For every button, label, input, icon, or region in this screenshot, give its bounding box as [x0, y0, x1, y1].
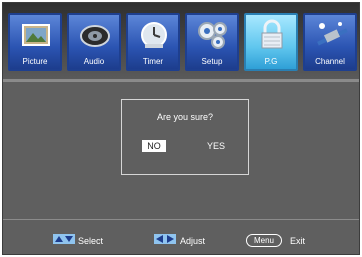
- tv-osd-screen: Picture Audio Timer Setup P.G Channel Ar…: [0, 0, 362, 257]
- tab-picture[interactable]: Picture: [8, 13, 62, 71]
- timer-icon: [141, 22, 167, 48]
- lock-icon: [261, 19, 283, 49]
- confirm-dialog: Are you sure? NO YES: [121, 99, 249, 175]
- yes-button[interactable]: YES: [204, 140, 228, 152]
- tab-label: Picture: [22, 57, 48, 66]
- select-hint: Select: [78, 236, 104, 246]
- audio-icon: [80, 25, 110, 47]
- left-right-arrows-icon: [154, 234, 176, 244]
- tab-label: Audio: [83, 57, 105, 66]
- osd-panel: Picture Audio Timer Setup P.G Channel Ar…: [2, 2, 360, 255]
- tab-label: Timer: [142, 57, 164, 66]
- hint-bar: Select Adjust Menu Exit: [3, 219, 359, 255]
- tab-audio[interactable]: Audio: [67, 13, 121, 71]
- channel-icon: [317, 22, 348, 46]
- adjust-hint: Adjust: [180, 236, 206, 246]
- dialog-question: Are you sure?: [156, 112, 214, 122]
- tab-label: Channel: [315, 57, 345, 66]
- up-down-arrows-icon: [53, 234, 75, 244]
- tab-label: Setup: [201, 57, 223, 66]
- setup-icon: [198, 22, 227, 49]
- picture-icon: [22, 24, 50, 46]
- exit-hint: Exit: [290, 236, 306, 246]
- tab-label: P.G: [264, 57, 278, 66]
- divider: [3, 81, 359, 82]
- menu-tabs-bar: Picture Audio Timer Setup P.G Channel: [3, 3, 359, 81]
- no-button[interactable]: NO: [142, 140, 166, 152]
- tab-channel[interactable]: Channel: [303, 13, 357, 71]
- tab-setup[interactable]: Setup: [185, 13, 239, 71]
- tab-timer[interactable]: Timer: [126, 13, 180, 71]
- menu-key: Menu: [246, 234, 282, 247]
- tab-pg[interactable]: P.G: [244, 13, 298, 71]
